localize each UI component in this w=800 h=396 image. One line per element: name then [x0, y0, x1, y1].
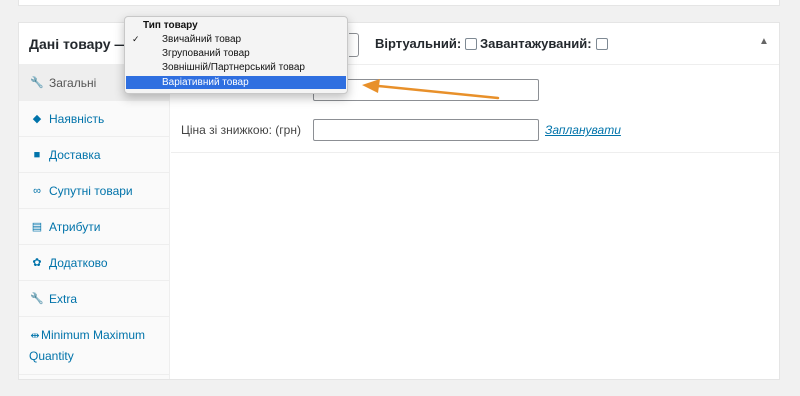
annotation-arrow-icon [362, 79, 500, 100]
